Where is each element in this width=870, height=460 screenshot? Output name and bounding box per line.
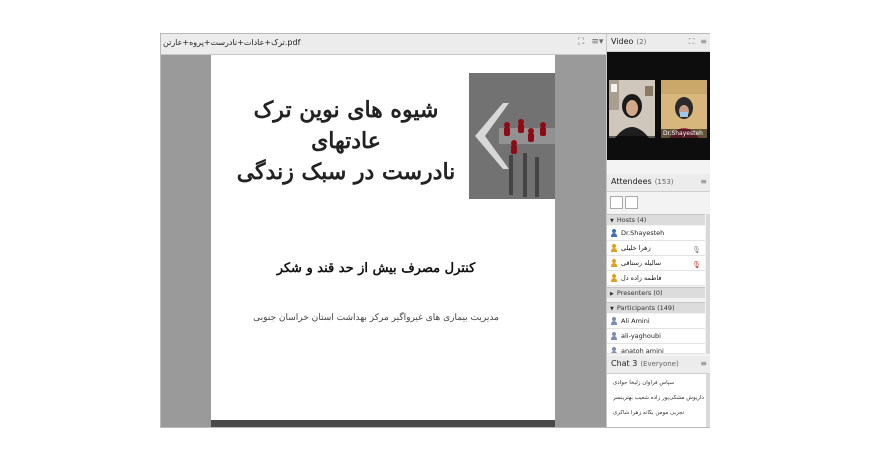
microphone-icon: 🎙 (692, 246, 701, 254)
right-sidebar: Video (2) ⛶ ≡ Dr.Shayesteh Attendees (15… (606, 34, 710, 427)
chat-scope: (Everyone) (640, 360, 679, 368)
participant-name: Ali Amini (621, 317, 650, 325)
person-icon (611, 332, 617, 340)
fullscreen-icon[interactable]: ⛶ (578, 37, 584, 47)
list-view-icon[interactable] (610, 196, 623, 209)
host-row[interactable]: Dr.Shayesteh (607, 226, 705, 241)
slide-title-line-1: شیوه های نوین ترک عادتهای (253, 97, 439, 154)
video-area: Dr.Shayesteh (607, 52, 710, 160)
video-tile-2[interactable]: Dr.Shayesteh (661, 80, 707, 138)
arrow-pawns-image (469, 73, 555, 199)
participant-row[interactable]: anatoh amini (607, 344, 705, 354)
presenters-section-header[interactable]: ▶ Presenters (0) (607, 287, 705, 298)
attendees-pod-title: Attendees (611, 177, 652, 186)
chat-messages: سپاس فراوان زلیخا جوادی داریوش مشکی‌پور … (607, 374, 710, 427)
attendees-menu-icon[interactable]: ≡ (700, 177, 707, 186)
meeting-window: ترک+عادات+نادرست+پروه+عارتن.pdf ⛶ ≡▾ شیوه… (160, 33, 710, 428)
host-row[interactable]: زهرا خلیلی 🎙 (607, 241, 705, 256)
presentation-slide: شیوه های نوین ترک عادتهای نادرست در سبک … (211, 55, 555, 420)
share-pod-header: ترک+عادات+نادرست+پروه+عارتن.pdf ⛶ ≡▾ (161, 34, 606, 55)
video-count: (2) (636, 38, 647, 46)
chat-pod-title: Chat 3 (611, 359, 638, 368)
slide-organization: مدیریت بیماری های غیرواگیر مرکز بهداشت ا… (253, 313, 499, 323)
participant-row[interactable]: Ali Amini (607, 314, 705, 329)
video-tile-2-label: Dr.Shayesteh (661, 129, 707, 138)
slide-footer-strip (211, 420, 555, 427)
hosts-header-label: Hosts (4) (616, 216, 647, 224)
participant-name: anatoh amini (621, 347, 664, 354)
chat-scrollbar[interactable] (706, 374, 710, 427)
host-name: زهرا خلیلی (621, 244, 651, 252)
chat-message: سپاس فراوان زلیخا جوادی (613, 380, 675, 386)
presenters-header-label: Presenters (0) (616, 289, 663, 297)
person-icon (611, 347, 617, 353)
participants-header-label: Participants (149) (616, 304, 675, 312)
chat-menu-icon[interactable]: ≡ (700, 359, 707, 368)
host-row[interactable]: فاطمه زاده دل (607, 271, 705, 286)
video-fullscreen-icon[interactable]: ⛶ (689, 37, 695, 46)
slide-title-line-2: نادرست در سبک زندگی (236, 159, 456, 185)
slide-title: شیوه های نوین ترک عادتهای نادرست در سبک … (226, 95, 466, 188)
slide-subtitle: کنترل مصرف بیش از حد قند و شکر (276, 261, 476, 276)
hosts-section-header[interactable]: ▼ Hosts (4) (607, 214, 705, 225)
video-menu-icon[interactable]: ≡ (700, 37, 707, 46)
person-icon (611, 317, 617, 325)
host-row[interactable]: سالیله رستاقی 🎙 (607, 256, 705, 271)
video-pod-title: Video (611, 37, 634, 46)
video-tile-1[interactable] (609, 80, 655, 138)
person-icon (611, 259, 617, 267)
host-name: Dr.Shayesteh (621, 229, 665, 237)
participant-name: ali-yaghoubi (621, 332, 661, 340)
pod-menu-icon[interactable]: ≡▾ (591, 37, 603, 47)
chat-message: تجربی مومن یگانه زهرا شاکری (613, 410, 685, 416)
host-name: سالیله رستاقی (621, 259, 662, 267)
participant-row[interactable]: ali-yaghoubi (607, 329, 705, 344)
shared-file-name: ترک+عادات+نادرست+پروه+عارتن.pdf (163, 38, 301, 47)
attendees-pod-header: Attendees (153) ≡ (607, 174, 710, 192)
participants-section-header[interactable]: ▼ Participants (149) (607, 302, 705, 313)
status-view-icon[interactable] (625, 196, 638, 209)
microphone-muted-icon: 🎙 (692, 261, 701, 269)
attendees-count: (153) (654, 178, 674, 186)
attendee-view-toggle (609, 194, 705, 210)
person-icon (611, 229, 617, 237)
host-name: فاطمه زاده دل (621, 274, 662, 282)
chat-message: داریوش مشکی‌پور زاده شعیب بهترینسر (613, 395, 704, 401)
video-pod-header: Video (2) ⛶ ≡ (607, 34, 710, 52)
attendees-scrollbar[interactable] (706, 214, 710, 354)
video-tile-1-label (609, 136, 655, 138)
share-pod: ترک+عادات+نادرست+پروه+عارتن.pdf ⛶ ≡▾ شیوه… (161, 34, 606, 427)
chat-pod-header: Chat 3 (Everyone) ≡ (607, 356, 710, 374)
person-icon (611, 274, 617, 282)
person-icon (611, 244, 617, 252)
